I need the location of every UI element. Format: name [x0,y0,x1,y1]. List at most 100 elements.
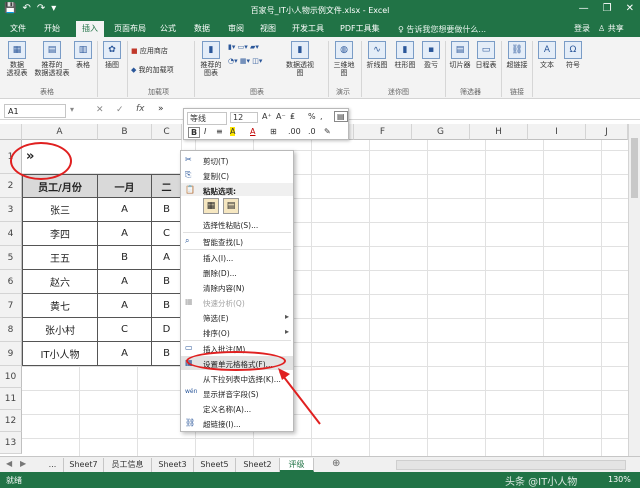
menu-item-sort[interactable]: 排序(O) ▸ [181,325,293,339]
menu-item-delete[interactable]: 删除(D)... [181,265,293,279]
menu-item-clear-contents[interactable]: 清除内容(N) [181,280,293,294]
italic-button[interactable]: I [204,127,206,136]
pivot-table-button[interactable]: ▦ 数据 透视表 [4,41,30,77]
row-header-4[interactable]: 4 [0,222,22,246]
my-addins-button[interactable]: ◆ 我的加载项 [131,65,174,75]
cell-c5[interactable]: A [152,246,182,270]
tab-home[interactable]: 开始 [44,23,60,34]
format-painter-icon[interactable]: ✎ [324,127,331,136]
column-header-b[interactable]: B [98,124,152,140]
cell-c9[interactable]: B [152,342,182,366]
symbol-button[interactable]: Ω 符号 [562,41,584,69]
sheet-tab-employee-info[interactable]: 员工信息 [104,458,152,472]
hyperlink-button[interactable]: ⛓ 超链接 [504,41,530,69]
row-header-8[interactable]: 8 [0,318,22,342]
tell-me-box[interactable]: ♀ 告诉我您想要做什么... [398,24,486,35]
paste-option-icon[interactable]: ▦ [203,198,219,214]
restore-button[interactable]: ❐ [603,3,612,14]
sheet-tab-more[interactable]: ... [42,458,64,472]
cell-a3[interactable]: 张三 [22,198,98,222]
tab-insert[interactable]: 插入 [76,21,104,37]
worksheet-grid[interactable]: A B C E F G H I J 1 2 3 4 5 6 7 8 9 10 1… [0,124,628,456]
enter-entry-icon[interactable]: ✓ [116,105,124,115]
cell-c2[interactable]: 二 [152,174,182,198]
menu-item-filter[interactable]: 筛选(E) ▸ [181,310,293,324]
cell-a9[interactable]: IT小人物 [22,342,98,366]
cell-b2[interactable]: 一月 [98,174,152,198]
cancel-entry-icon[interactable]: ✕ [96,105,104,115]
sheet-tab-rating[interactable]: 评级 [280,458,314,472]
percent-icon[interactable]: % [308,112,316,121]
sparkline-line-button[interactable]: ∿ 折线图 [364,41,390,69]
add-sheet-button[interactable]: ⊕ [332,458,340,469]
close-button[interactable]: ✕ [626,3,634,14]
tab-file[interactable]: 文件 [10,23,26,34]
tab-view[interactable]: 视图 [260,23,276,34]
column-header-h[interactable]: H [470,124,528,140]
tab-page-layout[interactable]: 页面布局 [114,23,146,34]
slicer-button[interactable]: ▤ 切片器 [448,41,472,69]
row-header-7[interactable]: 7 [0,294,22,318]
paste-values-icon[interactable]: ▤ [223,198,239,214]
column-header-j[interactable]: J [586,124,628,140]
sheet-tab-sheet2[interactable]: Sheet2 [236,458,280,472]
row-header-5[interactable]: 5 [0,246,22,270]
cell-b9[interactable]: A [98,342,152,366]
login-button[interactable]: 登录 [574,23,590,34]
row-header-9[interactable]: 9 [0,342,22,366]
cell-a7[interactable]: 黄七 [22,294,98,318]
cell-b7[interactable]: A [98,294,152,318]
chart-type-icons[interactable]: ▮▾ ▭▾ ▰▾ [228,43,259,51]
tab-review[interactable]: 审阅 [228,23,244,34]
tab-data[interactable]: 数据 [194,23,210,34]
timeline-button[interactable]: ▭ 日程表 [474,41,498,69]
pivot-chart-button[interactable]: ▮ 数据透视图 [284,41,316,77]
sheet-tab-sheet7[interactable]: Sheet7 [64,458,104,472]
grow-font-icon[interactable]: A⁺ [262,112,272,121]
sheet-tab-sheet5[interactable]: Sheet5 [194,458,236,472]
menu-item-pick-from-list[interactable]: 从下拉列表中选择(K)... [181,371,293,385]
comma-icon[interactable]: , [320,112,323,121]
menu-item-cut[interactable]: ✂ 剪切(T) [181,153,293,167]
cell-c4[interactable]: C [152,222,182,246]
tab-pdf-tools[interactable]: PDF工具集 [340,23,380,34]
row-header-6[interactable]: 6 [0,270,22,294]
menu-item-hyperlink[interactable]: ⛓ 超链接(I)... [181,416,293,430]
cell-a4[interactable]: 李四 [22,222,98,246]
3d-map-button[interactable]: ◍ 三维地 图 [331,41,357,77]
next-sheet-icon[interactable]: ▶ [20,459,26,468]
bold-button[interactable]: B [188,127,201,138]
minimize-button[interactable]: — [579,3,589,14]
cell-b4[interactable]: A [98,222,152,246]
font-color-icon[interactable]: A [250,127,255,136]
text-button[interactable]: A 文本 [536,41,558,69]
row-header-12[interactable]: 12 [0,410,22,432]
menu-item-copy[interactable]: ⎘ 复制(C) [181,168,293,182]
sparkline-winloss-button[interactable]: ▪ 盈亏 [420,41,442,69]
zoom-level[interactable]: 130% [608,475,631,484]
column-header-a[interactable]: A [22,124,98,140]
currency-icon[interactable]: ₤ [290,112,295,121]
cell-b8[interactable]: C [98,318,152,342]
vertical-scrollbar[interactable] [628,124,640,456]
borders-icon[interactable]: ⊞ [270,127,277,136]
tab-developer[interactable]: 开发工具 [292,23,324,34]
formula-content[interactable]: » [158,104,164,114]
table-button[interactable]: ▥ 表格 [72,41,94,69]
menu-item-paste-special[interactable]: 选择性粘贴(S)... [181,217,293,231]
cell-b5[interactable]: B [98,246,152,270]
chart-type-icons-row2[interactable]: ◔▾ ▦▾ ◫▾ [228,57,262,65]
cell-c7[interactable]: B [152,294,182,318]
name-box-dropdown-icon[interactable]: ▾ [70,105,74,114]
row-header-3[interactable]: 3 [0,198,22,222]
menu-item-smart-lookup[interactable]: ⌕ 智能查找(L) [181,234,293,248]
column-header-i[interactable]: I [528,124,586,140]
vertical-scroll-thumb[interactable] [631,138,638,198]
cell-c3[interactable]: B [152,198,182,222]
insert-function-icon[interactable]: fx [136,104,145,114]
fill-color-icon[interactable]: A [230,127,236,136]
tab-formulas[interactable]: 公式 [160,23,176,34]
decrease-decimal-icon[interactable]: .0 [308,127,316,136]
align-center-icon[interactable]: ≡ [216,127,223,136]
illustrations-button[interactable]: ✿ 插图 [101,41,123,69]
